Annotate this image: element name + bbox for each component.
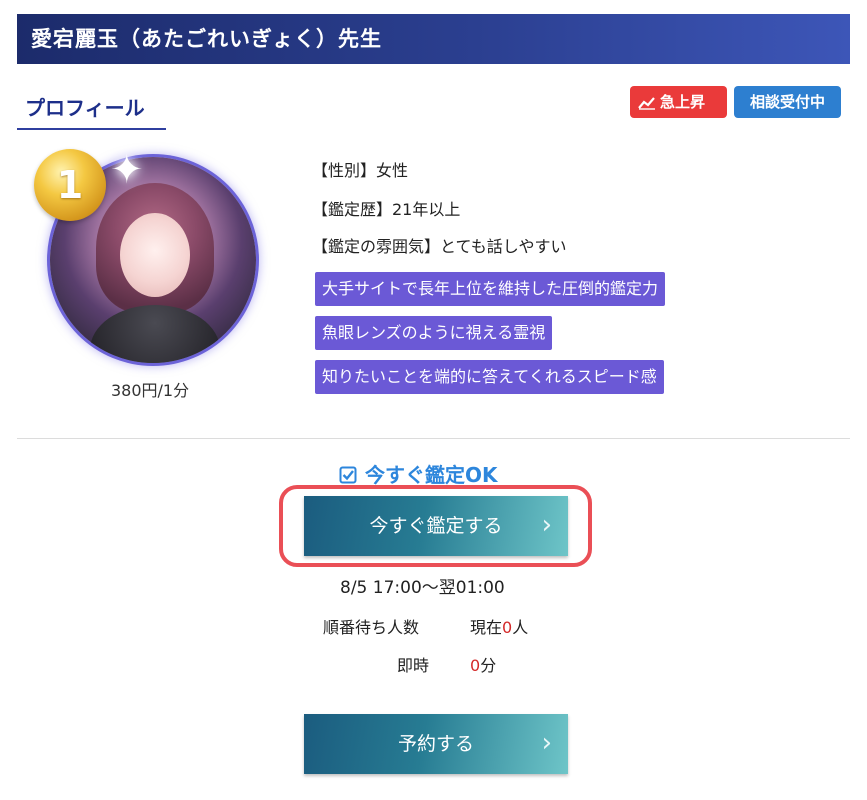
availability-status-label: 今すぐ鑑定OK bbox=[365, 463, 498, 487]
avatar-container: 1 ✦ bbox=[34, 147, 256, 363]
feature-tag: 知りたいことを端的に答えてくれるスピード感 bbox=[315, 360, 664, 394]
rising-badge: 急上昇 bbox=[630, 86, 727, 118]
feature-tag: 大手サイトで長年上位を維持した圧倒的鑑定力 bbox=[315, 272, 666, 306]
chevron-right-icon: › bbox=[541, 510, 552, 540]
gender-info: 【性別】女性 bbox=[312, 161, 409, 180]
section-divider bbox=[17, 438, 850, 439]
checkbox-checked-icon bbox=[339, 466, 357, 484]
profile-heading: プロフィール bbox=[25, 96, 145, 120]
profile-heading-underline bbox=[17, 128, 166, 130]
chevron-right-icon: › bbox=[541, 728, 552, 758]
accepting-badge: 相談受付中 bbox=[734, 86, 841, 118]
availability-status: 今すぐ鑑定OK bbox=[339, 459, 498, 488]
wait-suffix: 分 bbox=[480, 656, 497, 675]
rising-badge-label: 急上昇 bbox=[660, 93, 706, 111]
rank-medal-icon: 1 bbox=[34, 149, 106, 221]
fortune-teller-name: 愛宕麗玉（あたごれいぎょく）先生 bbox=[31, 27, 382, 51]
reserve-button[interactable]: 予約する › bbox=[304, 714, 568, 774]
available-hours: 8/5 17:00〜翌01:00 bbox=[340, 578, 505, 598]
queue-label: 順番待ち人数 bbox=[323, 618, 420, 637]
consult-now-button-label: 今すぐ鑑定する bbox=[369, 515, 503, 537]
queue-prefix: 現在 bbox=[470, 618, 503, 637]
price-per-minute: 380円/1分 bbox=[111, 381, 190, 400]
feature-tag: 魚眼レンズのように視える霊視 bbox=[315, 316, 553, 350]
page-header: 愛宕麗玉（あたごれいぎょく）先生 bbox=[17, 14, 850, 64]
mood-info: 【鑑定の雰囲気】とても話しやすい bbox=[312, 237, 567, 256]
queue-count: 現在0人 bbox=[470, 614, 528, 638]
avatar-face bbox=[120, 213, 190, 297]
consult-now-button[interactable]: 今すぐ鑑定する › bbox=[304, 496, 568, 556]
wait-time: 0分 bbox=[470, 652, 496, 676]
reserve-button-label: 予約する bbox=[397, 733, 474, 755]
experience-info: 【鑑定歴】21年以上 bbox=[312, 200, 461, 219]
sparkle-icon: ✦ bbox=[110, 147, 144, 193]
wait-number: 0 bbox=[470, 656, 481, 675]
trend-up-icon bbox=[638, 97, 655, 110]
queue-number: 0 bbox=[502, 618, 513, 637]
wait-label: 即時 bbox=[397, 656, 430, 675]
queue-suffix: 人 bbox=[512, 618, 529, 637]
avatar-body bbox=[90, 305, 220, 363]
